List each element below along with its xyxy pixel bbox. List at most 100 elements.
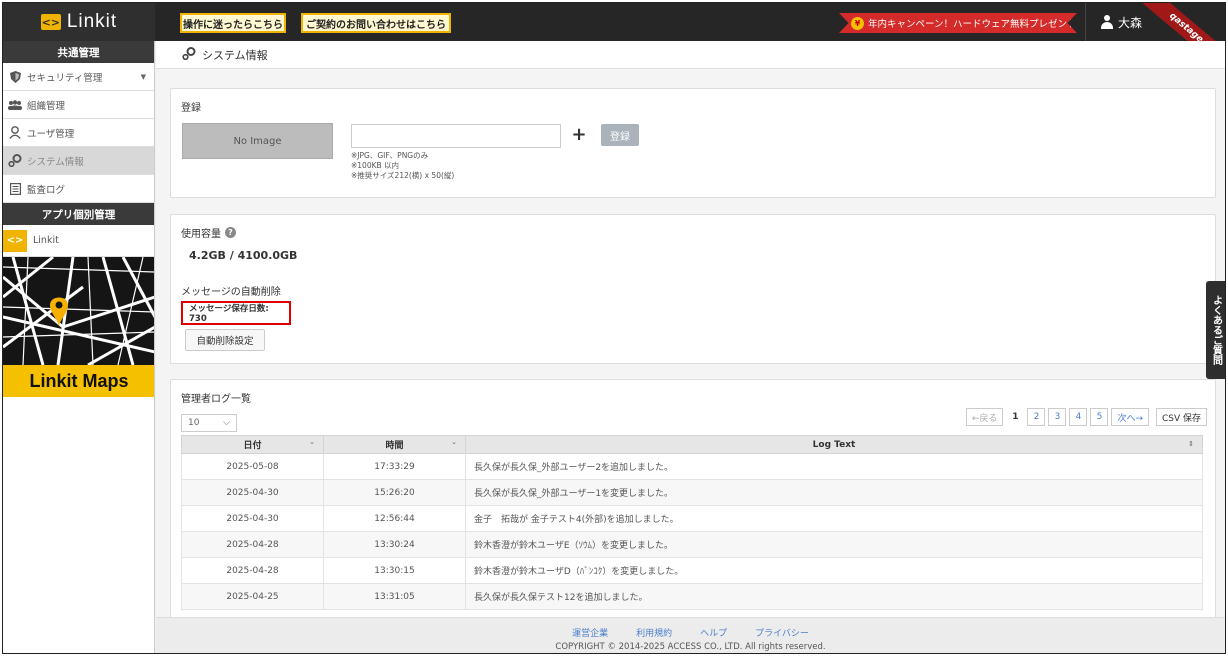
usage-value: 4.2GB / 4100.0GB [189,249,298,262]
admin-log-title: 管理者ログ一覧 [181,394,251,405]
retention-days: メッセージ保存日数: 730 [181,301,291,325]
autodelete-settings-button[interactable]: 自動削除設定 [185,329,265,351]
faq-side-tab[interactable]: よくあるご質問 [1206,281,1225,379]
cell-time: 12:56:44 [323,505,466,532]
usage-title: 使用容量 ? [181,225,236,240]
sidebar-heading-app: アプリ個別管理 [3,203,154,225]
table-row: 2025-04-30 15:26:20 長久保が長久保_外部ユーザー1を変更しま… [181,479,1203,506]
usage-title-text: 使用容量 [181,229,221,240]
sidebar-item-organization[interactable]: 組織管理 [3,91,154,119]
pager-page-5[interactable]: 5 [1090,408,1109,426]
sidebar-item-users[interactable]: ユーザ管理 [3,119,154,147]
sidebar-item-label: ユーザ管理 [27,128,75,140]
cell-date: 2025-04-30 [181,479,324,506]
help-guide-button[interactable]: 操作に迷ったらこちら [180,13,286,33]
sidebar-item-system-info[interactable]: システム情報 [3,147,154,175]
user-icon [1100,15,1114,29]
chevron-down-icon: ⌵ [223,418,230,428]
cell-date: 2025-04-28 [181,531,324,558]
logo-file-input[interactable] [351,124,561,148]
gears-icon [3,154,27,167]
logo[interactable]: <> Linkit [3,3,155,41]
csv-save-button[interactable]: CSV 保存 [1155,408,1207,426]
cell-date: 2025-04-25 [181,583,324,610]
upload-notes: ※JPG、GIF、PNGのみ ※100KB 以内 ※推奨サイズ212(横) x … [351,151,454,181]
top-bar: <> Linkit 操作に迷ったらこちら ご契約のお問い合わせはこちら ¥ 年内… [3,3,1225,84]
footer-link-help[interactable]: ヘルプ [700,626,727,639]
pager-page-3[interactable]: 3 [1048,408,1067,426]
table-row: 2025-04-25 13:31:05 長久保が長久保テスト12を追加しました。 [181,583,1203,610]
pager-next-button[interactable]: 次へ→ [1111,408,1149,426]
autodelete-title: メッセージの自動削除 [181,287,281,298]
cell-time: 13:30:24 [323,531,466,558]
page-title: システム情報 [202,48,268,62]
copyright: COPYRIGHT © 2014-2025 ACCESS CO., LTD. A… [555,642,826,652]
footer-link-terms[interactable]: 利用規約 [636,626,672,639]
chevron-down-icon: ▼ [140,72,146,81]
app-window: <> Linkit 操作に迷ったらこちら ご契約のお問い合わせはこちら ¥ 年内… [2,2,1226,654]
sidebar-item-security[interactable]: セキュリティ管理 ▼ [3,63,154,91]
register-button[interactable]: 登録 [601,124,639,146]
cell-log-text: 長久保が長久保テスト12を追加しました。 [465,583,1203,610]
footer-link-company[interactable]: 運営企業 [572,626,608,639]
cell-date: 2025-05-08 [181,453,324,480]
page-size-select[interactable]: 10 ⌵ [181,414,237,432]
upload-note: ※100KB 以内 [351,161,400,170]
shield-icon [3,70,27,83]
sidebar-item-label: 組織管理 [27,100,66,112]
pager-page-4[interactable]: 4 [1069,408,1088,426]
footer: 運営企業 利用規約 ヘルプ プライバシー COPYRIGHT © 2014-20… [156,617,1225,653]
usage-panel: 使用容量 ? 4.2GB / 4100.0GB メッセージの自動削除 メッセージ… [170,214,1216,364]
table-row: 2025-04-28 13:30:24 鈴木香澄が鈴木ユーザE（ｿｳﾑ）を変更し… [181,531,1203,558]
column-header-date[interactable]: 日付 ⌄ [181,435,324,454]
help-icon[interactable]: ? [225,227,236,238]
footer-link-privacy[interactable]: プライバシー [755,626,809,639]
campaign-banner[interactable]: ¥ 年内キャンペーン！ハードウェア無料プレゼント [839,13,1077,33]
sidebar-heading-common: 共通管理 [3,41,154,63]
sidebar-item-label: システム情報 [27,156,84,168]
log-icon [3,182,27,195]
column-header-log-text[interactable]: Log Text ⇕ [465,435,1203,454]
table-row: 2025-05-08 17:33:29 長久保が長久保_外部ユーザー2を追加しま… [181,453,1203,480]
upload-note: ※推奨サイズ212(横) x 50(縦) [351,171,455,180]
page-header: システム情報 [156,41,1225,69]
sidebar-item-label: 監査ログ [27,184,66,196]
column-header-time[interactable]: 時間 ⌄ [323,435,466,454]
add-file-button[interactable]: + [567,122,591,146]
sidebar-item-label: Linkit [33,235,59,246]
footer-links: 運営企業 利用規約 ヘルプ プライバシー [156,626,1225,639]
sidebar: 共通管理 セキュリティ管理 ▼ 組織管理 ユーザ管理 システム情報 監査ログ ア… [3,41,155,653]
cell-log-text: 鈴木香澄が鈴木ユーザD（ﾊﾞﾝｺｸ）を変更しました。 [465,557,1203,584]
gears-icon [182,46,198,63]
main-content: システム情報 登録 No Image + 登録 ※JPG、GIF、PNGのみ ※… [156,41,1225,619]
pager-page-2[interactable]: 2 [1027,408,1046,426]
user-name: 大森 [1118,15,1143,30]
cell-time: 17:33:29 [323,453,466,480]
map-illustration [3,257,154,365]
cell-log-text: 金子 拓哉が 金子テスト4(外部)を追加しました。 [465,505,1203,532]
cell-date: 2025-04-30 [181,505,324,532]
contract-contact-button[interactable]: ご契約のお問い合わせはこちら [301,13,451,33]
sidebar-item-linkit[interactable]: <> Linkit [3,225,154,257]
admin-log-table: 日付 ⌄ 時間 ⌄ Log Text ⇕ 2025-05-08 17:33:29 長久… [181,435,1203,610]
maps-banner-label: Linkit Maps [3,365,154,397]
registration-title: 登録 [181,103,201,114]
sort-icon: ⌄ [309,438,315,446]
pager-prev-button[interactable]: ←戻る [965,408,1004,426]
pager-page-1[interactable]: 1 [1006,408,1024,426]
cell-time: 13:30:15 [323,557,466,584]
cell-log-text: 長久保が長久保_外部ユーザー2を追加しました。 [465,453,1203,480]
linkit-maps-banner[interactable]: Linkit Maps [3,257,154,397]
page-size-value: 10 [188,418,200,428]
cell-time: 15:26:20 [323,479,466,506]
sidebar-item-audit-log[interactable]: 監査ログ [3,175,154,203]
sort-icon: ⌄ [451,438,457,446]
coin-icon: ¥ [851,16,864,30]
logo-preview: No Image [182,123,333,159]
campaign-text: 年内キャンペーン！ハードウェア無料プレゼント [868,19,1077,30]
registration-panel: 登録 No Image + 登録 ※JPG、GIF、PNGのみ ※100KB 以… [170,88,1216,198]
sidebar-item-label: セキュリティ管理 [27,72,103,84]
users-icon [3,99,27,110]
table-row: 2025-04-28 13:30:15 鈴木香澄が鈴木ユーザD（ﾊﾞﾝｺｸ）を変… [181,557,1203,584]
admin-log-panel: 管理者ログ一覧 10 ⌵ ←戻る 1 2 3 4 5 次へ→ CSV 保存 日付… [170,379,1216,619]
